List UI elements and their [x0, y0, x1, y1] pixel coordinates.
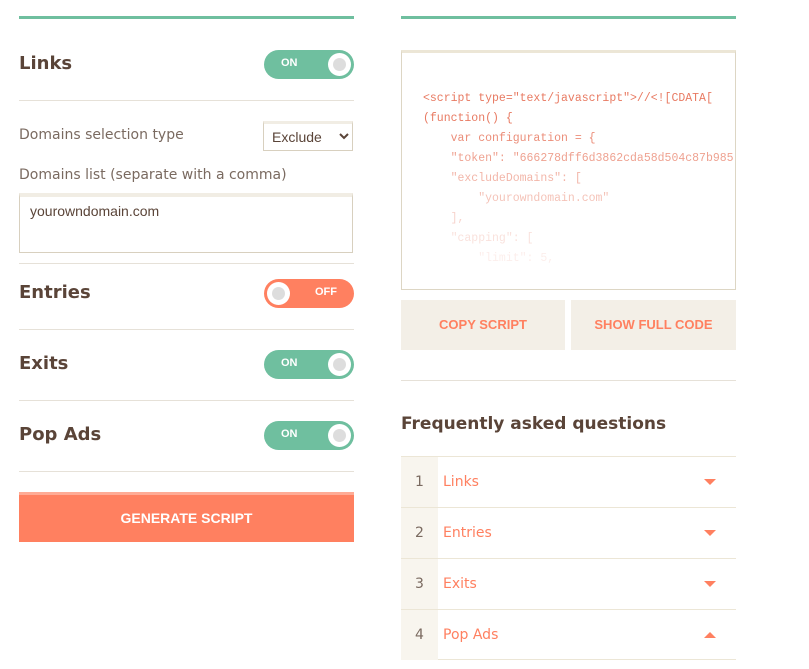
divider	[19, 400, 354, 401]
links-title: Links	[19, 53, 73, 74]
caret-down-icon	[704, 530, 716, 536]
code-line: ],	[423, 212, 465, 225]
faq-number: 4	[401, 610, 438, 660]
faq-item-pop-ads[interactable]: 4 Pop Ads	[401, 609, 736, 660]
code-line: "token": "666278dff6d3862cda58d504c87b98…	[423, 152, 734, 165]
pop-ads-title: Pop Ads	[19, 424, 102, 445]
code-line: "excludeDomains": [	[423, 172, 582, 185]
faq-label: Exits	[443, 576, 477, 592]
faq-number: 3	[401, 559, 438, 609]
toggle-knob	[328, 424, 351, 447]
code-line: "limit": 5,	[423, 252, 555, 265]
faq-heading: Frequently asked questions	[401, 414, 667, 434]
right-top-bar	[401, 16, 736, 19]
divider	[19, 100, 354, 101]
toggle-knob	[328, 53, 351, 76]
divider	[19, 329, 354, 330]
faq-item-exits[interactable]: 3 Exits	[401, 558, 736, 609]
faq-label: Links	[443, 474, 479, 490]
domains-list-label: Domains list (separate with a comma)	[19, 167, 287, 183]
toggle-knob	[267, 282, 290, 305]
code-line: "capping": [	[423, 232, 534, 245]
code-line: "yourowndomain.com"	[423, 192, 610, 205]
toggle-knob	[328, 353, 351, 376]
pop-ads-toggle[interactable]: ON	[264, 421, 354, 450]
domains-selection-label: Domains selection type	[19, 127, 184, 143]
exits-title: Exits	[19, 353, 69, 374]
divider	[19, 471, 354, 472]
code-line: var configuration = {	[423, 132, 596, 145]
toggle-label: ON	[281, 357, 298, 369]
faq-item-links[interactable]: 1 Links	[401, 456, 736, 507]
code-line: <script type="text/javascript">//<![CDAT…	[423, 92, 713, 105]
faq-number: 2	[401, 508, 438, 558]
left-top-bar	[19, 16, 354, 19]
links-toggle[interactable]: ON	[264, 50, 354, 79]
code-preview: <script type="text/javascript">//<![CDAT…	[401, 50, 736, 290]
divider	[19, 263, 354, 264]
generate-script-button[interactable]: GENERATE SCRIPT	[19, 492, 354, 542]
exits-toggle[interactable]: ON	[264, 350, 354, 379]
faq-label: Pop Ads	[443, 627, 499, 643]
caret-down-icon	[704, 479, 716, 485]
domains-selection-select[interactable]: Exclude	[263, 121, 353, 151]
show-full-code-button[interactable]: SHOW FULL CODE	[571, 300, 736, 350]
toggle-label: ON	[281, 57, 298, 69]
caret-up-icon	[704, 632, 716, 638]
toggle-label: OFF	[315, 286, 337, 298]
caret-down-icon	[704, 581, 716, 587]
copy-script-button[interactable]: COPY SCRIPT	[401, 300, 565, 350]
faq-item-entries[interactable]: 2 Entries	[401, 507, 736, 558]
toggle-label: ON	[281, 428, 298, 440]
entries-title: Entries	[19, 282, 91, 303]
faq-label: Entries	[443, 525, 492, 541]
divider	[401, 380, 736, 381]
entries-toggle[interactable]: OFF	[264, 279, 354, 308]
domains-list-textarea[interactable]: yourowndomain.com	[19, 193, 353, 253]
code-line: (function() {	[423, 112, 513, 125]
faq-number: 1	[401, 457, 438, 507]
